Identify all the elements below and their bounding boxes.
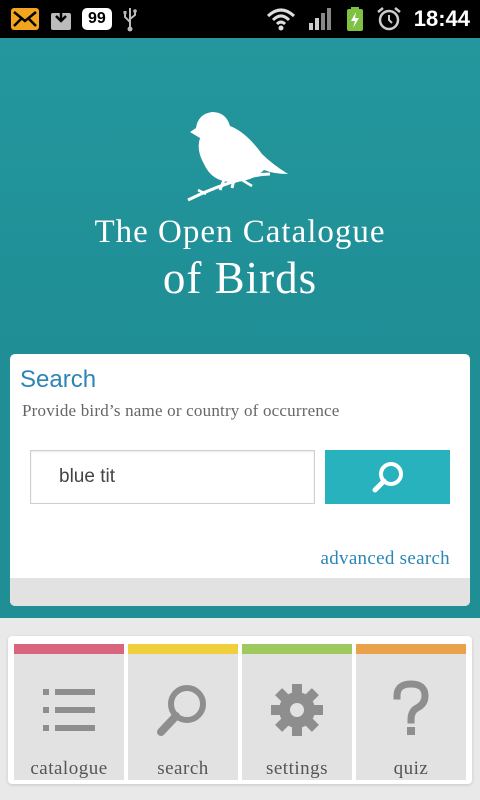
badge-icon: 99: [82, 8, 112, 30]
alarm-icon: [376, 6, 402, 32]
nav-label: settings: [265, 758, 329, 779]
status-bar: 99 18:44: [0, 0, 480, 38]
nav-color-bar: [14, 644, 124, 654]
nav-label: search: [157, 758, 209, 779]
search-title: Search: [20, 366, 97, 393]
nav-quiz[interactable]: quiz: [356, 644, 466, 780]
search-icon: [157, 685, 206, 736]
usb-icon: [122, 6, 138, 32]
search-icon: [372, 462, 403, 493]
battery-charging-icon: [346, 6, 364, 32]
nav-search[interactable]: search: [128, 644, 238, 780]
app-title-line1: The Open Catalogue: [94, 214, 386, 250]
list-icon: [43, 689, 95, 731]
clock: 18:44: [413, 6, 470, 31]
signal-icon: [308, 7, 334, 31]
card-footer: [10, 578, 470, 606]
search-button[interactable]: [325, 450, 450, 504]
wifi-icon: [266, 7, 296, 31]
app-title-line2: of Birds: [162, 253, 318, 303]
nav-settings[interactable]: settings: [242, 644, 352, 780]
bird-logo-icon: [187, 112, 288, 202]
gear-icon: [271, 684, 323, 736]
nav-catalogue[interactable]: catalogue: [14, 644, 124, 780]
nav-label: catalogue: [30, 758, 108, 779]
nav-label: quiz: [393, 758, 429, 779]
nav-color-bar: [242, 644, 352, 654]
nav-color-bar: [128, 644, 238, 654]
bottom-nav: catalogue search settings quiz: [8, 636, 472, 784]
question-icon: [393, 680, 429, 735]
email-icon: [10, 7, 40, 31]
search-input[interactable]: [30, 450, 315, 504]
advanced-search-link[interactable]: advanced search: [320, 548, 450, 570]
search-subtitle: Provide bird’s name or country of occurr…: [22, 401, 340, 420]
search-card: Search Provide bird’s name or country of…: [10, 354, 470, 606]
nav-color-bar: [356, 644, 466, 654]
download-icon: [50, 7, 72, 31]
app-header: The Open Catalogue of Birds: [0, 38, 480, 354]
